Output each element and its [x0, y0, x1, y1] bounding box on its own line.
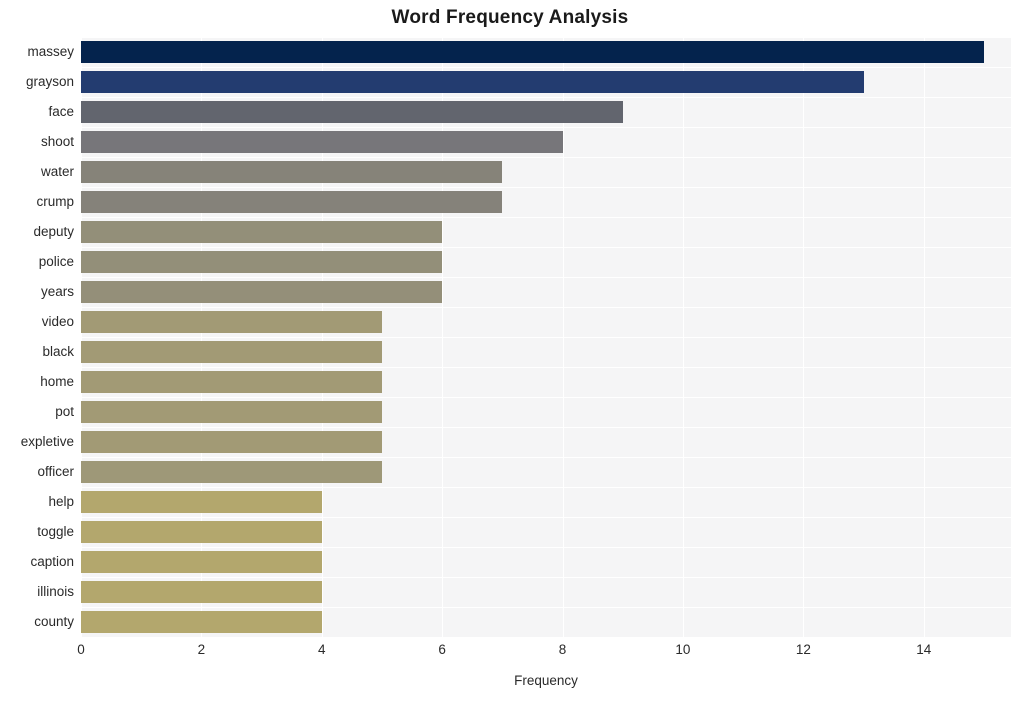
bar[interactable] [81, 191, 503, 213]
gridline-vertical [81, 37, 82, 637]
x-tick-label: 0 [77, 642, 85, 657]
bar[interactable] [81, 491, 322, 513]
gridline-horizontal [81, 127, 1011, 128]
y-tick-label: crump [36, 194, 74, 209]
bar[interactable] [81, 101, 623, 123]
bar[interactable] [81, 341, 382, 363]
y-tick-label: deputy [33, 224, 74, 239]
bar[interactable] [81, 281, 443, 303]
gridline-horizontal [81, 277, 1011, 278]
chart-title: Word Frequency Analysis [391, 7, 629, 28]
y-tick-label: pot [55, 404, 74, 419]
gridline-horizontal [81, 367, 1011, 368]
y-tick-label: county [34, 614, 74, 629]
gridline-horizontal [81, 397, 1011, 398]
gridline-horizontal [81, 187, 1011, 188]
bar[interactable] [81, 611, 322, 633]
bar[interactable] [81, 161, 503, 183]
y-tick-label: black [42, 344, 74, 359]
gridline-vertical [682, 37, 684, 637]
bar[interactable] [81, 71, 864, 93]
gridline-horizontal [81, 607, 1011, 608]
y-tick-label: years [40, 284, 74, 299]
gridline-horizontal [81, 97, 1011, 98]
word-frequency-chart: Word Frequency Analysis massey grayson fac… [0, 0, 1020, 701]
bar[interactable] [81, 431, 382, 453]
x-tick-label: 4 [318, 642, 326, 657]
gridline-horizontal [81, 67, 1011, 68]
gridline-vertical [803, 37, 805, 637]
x-tick-label: 14 [916, 642, 932, 657]
gridline-horizontal [81, 517, 1011, 518]
x-tick-label: 8 [558, 642, 567, 657]
gridline-vertical [923, 37, 925, 637]
x-tick-label: 10 [675, 642, 691, 657]
y-tick-label: officer [37, 464, 74, 479]
bar[interactable] [81, 401, 382, 423]
x-axis-title: Frequency [514, 673, 578, 688]
gridline-horizontal [81, 157, 1011, 158]
plot-area [81, 37, 1011, 637]
x-axis-tick-labels: 0 2 4 6 8 10 12 14 [77, 641, 1011, 663]
bar[interactable] [81, 131, 563, 153]
gridline-vertical [201, 37, 203, 637]
gridline-horizontal [81, 217, 1011, 218]
y-tick-label: caption [30, 554, 74, 569]
bar[interactable] [81, 581, 322, 603]
gridline-horizontal [81, 37, 1011, 38]
gridline-horizontal [81, 307, 1011, 308]
gridline-horizontal [81, 547, 1011, 548]
y-tick-label: police [38, 254, 74, 269]
gridline-horizontal [81, 577, 1011, 578]
y-tick-label: toggle [37, 524, 74, 539]
bar[interactable] [81, 221, 443, 243]
bar[interactable] [81, 461, 382, 483]
gridline-horizontal [81, 457, 1011, 458]
y-tick-label: expletive [20, 434, 74, 449]
x-tick-label: 2 [197, 642, 206, 657]
gridline-horizontal [81, 487, 1011, 488]
bar[interactable] [81, 371, 382, 393]
y-axis-tick-labels: massey grayson face shoot water crump deputy po… [0, 37, 74, 637]
gridline-vertical [442, 37, 444, 637]
bar[interactable] [81, 521, 322, 543]
y-tick-label: help [48, 494, 74, 509]
y-tick-label: face [48, 104, 74, 119]
gridline-vertical [562, 37, 564, 637]
y-tick-label: shoot [40, 134, 74, 149]
y-tick-label: video [41, 314, 74, 329]
x-tick-label: 12 [795, 642, 811, 657]
gridline-horizontal [81, 337, 1011, 338]
y-tick-label: illinois [37, 584, 74, 599]
bar[interactable] [81, 251, 443, 273]
y-tick-label: grayson [25, 74, 74, 89]
gridline-horizontal [81, 427, 1011, 428]
bar[interactable] [81, 311, 382, 333]
gridline-vertical [321, 37, 323, 637]
bar[interactable] [81, 551, 322, 573]
bar[interactable] [81, 41, 984, 63]
y-tick-label: water [40, 164, 74, 179]
x-tick-label: 6 [438, 642, 446, 657]
y-tick-label: massey [27, 44, 74, 59]
y-tick-label: home [40, 374, 74, 389]
gridline-horizontal [81, 247, 1011, 248]
